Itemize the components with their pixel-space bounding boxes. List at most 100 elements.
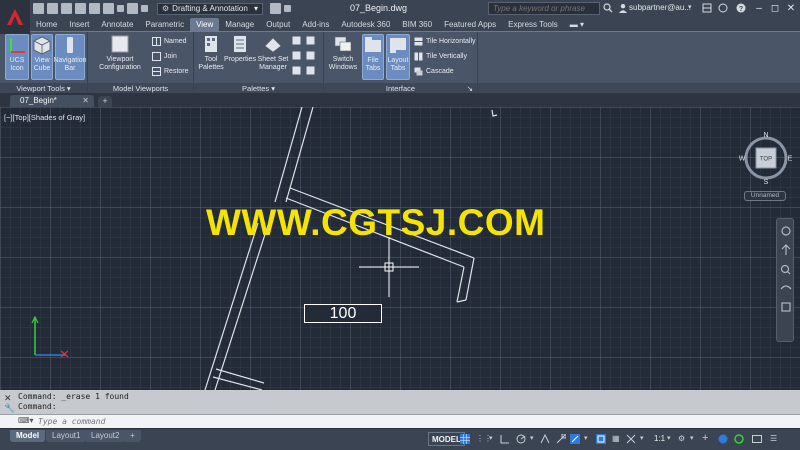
redo-icon[interactable]: [127, 3, 138, 14]
tab-output[interactable]: Output: [260, 18, 296, 31]
chevron-down-icon[interactable]: ▾: [489, 434, 499, 444]
drawing-canvas[interactable]: [−][Top][Shades of Gray] WWW.CGTSJ.COM 1…: [0, 107, 800, 390]
customize-dropdown-icon[interactable]: [284, 5, 291, 12]
new-icon[interactable]: [33, 3, 44, 14]
file-tab[interactable]: 07_Begin* ✕: [10, 95, 94, 107]
tab-featured-apps[interactable]: Featured Apps: [438, 18, 502, 31]
clean-screen-icon[interactable]: [752, 434, 762, 444]
object-snap-icon[interactable]: [570, 434, 580, 444]
transparency-icon[interactable]: ▦: [612, 434, 622, 444]
plus-icon[interactable]: +: [702, 432, 712, 444]
properties-button[interactable]: Properties: [224, 34, 256, 64]
redo-dropdown-icon[interactable]: [141, 5, 148, 12]
compass-south[interactable]: S: [764, 179, 769, 186]
share-icon[interactable]: [270, 3, 281, 14]
navigation-bar-button[interactable]: Navigation Bar: [53, 34, 87, 80]
workspace-selector[interactable]: ⚙ Drafting & Annotation ▾: [157, 2, 263, 15]
chevron-down-icon[interactable]: ▾: [640, 434, 650, 444]
annotation-visibility-icon[interactable]: [626, 434, 636, 444]
viewport-configuration-button[interactable]: Viewport Configuration: [94, 34, 146, 72]
tab-annotate[interactable]: Annotate: [95, 18, 139, 31]
layout1-tab[interactable]: Layout1: [46, 430, 87, 442]
chevron-down-icon[interactable]: ▾: [584, 434, 594, 444]
restore-viewports-button[interactable]: Restore: [152, 67, 189, 76]
ribbon-options-button[interactable]: ▬ ▾: [564, 18, 590, 31]
join-viewports-button[interactable]: Join: [152, 52, 177, 61]
chevron-down-icon[interactable]: ▾: [688, 3, 698, 13]
named-view-menu[interactable]: Unnamed: [744, 191, 786, 201]
palette-small-3-icon[interactable]: [292, 51, 301, 60]
tab-add-ins[interactable]: Add-ins: [296, 18, 335, 31]
model-layout-tab[interactable]: Model: [10, 430, 46, 442]
workspace-gear-icon[interactable]: ⚙: [678, 434, 688, 444]
tab-insert[interactable]: Insert: [63, 18, 95, 31]
close-button[interactable]: ✕: [782, 0, 800, 17]
palette-small-4-icon[interactable]: [306, 51, 315, 60]
a360-icon[interactable]: [718, 3, 728, 13]
annotation-scale[interactable]: 1:1: [654, 434, 665, 443]
sheet-set-manager-button[interactable]: Sheet Set Manager: [256, 34, 290, 72]
tab-autodesk-360[interactable]: Autodesk 360: [335, 18, 396, 31]
polar-tracking-icon[interactable]: [516, 434, 526, 444]
customization-icon[interactable]: ☰: [770, 434, 780, 444]
tile-vertically-button[interactable]: Tile Vertically: [414, 52, 467, 61]
undo-dropdown-icon[interactable]: [117, 5, 124, 12]
new-tab-button[interactable]: +: [98, 96, 112, 107]
tile-horizontally-button[interactable]: Tile Horizontally: [414, 37, 476, 46]
compass-east[interactable]: E: [788, 156, 793, 163]
search-input[interactable]: [488, 2, 600, 15]
save-as-icon[interactable]: [75, 3, 86, 14]
chevron-down-icon[interactable]: ▾: [667, 434, 677, 444]
palette-small-6-icon[interactable]: [306, 66, 315, 75]
search-icon[interactable]: [603, 3, 613, 13]
save-icon[interactable]: [61, 3, 72, 14]
lineweight-icon[interactable]: [596, 434, 606, 444]
autocad-logo-icon[interactable]: [0, 0, 30, 34]
user-name[interactable]: subpartner@au...: [629, 3, 691, 12]
close-icon[interactable]: ✕: [82, 95, 89, 107]
tool-palettes-button[interactable]: Tool Palettes: [196, 34, 226, 72]
viewcube[interactable]: TOP N S E W: [739, 131, 793, 186]
compass-west[interactable]: W: [739, 156, 746, 163]
file-tabs-button[interactable]: File Tabs: [362, 34, 384, 80]
print-icon[interactable]: [89, 3, 100, 14]
isolate-objects-icon[interactable]: [718, 434, 728, 444]
user-icon[interactable]: [618, 3, 628, 13]
layout2-tab[interactable]: Layout2: [85, 430, 126, 442]
help-icon[interactable]: ?: [736, 3, 746, 13]
view-cube-button[interactable]: View Cube: [31, 34, 53, 80]
ucs-icon-button[interactable]: UCS Icon: [5, 34, 29, 80]
cascade-button[interactable]: Cascade: [414, 67, 454, 76]
wrench-icon[interactable]: 🔧: [4, 403, 15, 414]
grid-icon[interactable]: [460, 434, 470, 444]
tab-view[interactable]: View: [190, 18, 220, 31]
palette-small-1-icon[interactable]: [292, 36, 301, 45]
exchange-apps-icon[interactable]: [702, 3, 712, 13]
dimension-input-box[interactable]: 100: [304, 304, 382, 323]
undo-icon[interactable]: [103, 3, 114, 14]
tab-bim-360[interactable]: BIM 360: [396, 18, 438, 31]
chevron-down-icon[interactable]: ▾: [530, 434, 540, 444]
hardware-acceleration-icon[interactable]: [734, 434, 744, 444]
switch-windows-button[interactable]: Switch Windows: [328, 34, 358, 72]
compass-north[interactable]: N: [763, 132, 768, 139]
layout-tabs-button[interactable]: Layout Tabs: [386, 34, 410, 80]
snap-icon[interactable]: ⋮⋮: [476, 434, 492, 444]
tab-parametric[interactable]: Parametric: [139, 18, 190, 31]
viewcube-face[interactable]: TOP: [760, 157, 772, 163]
tab-express-tools[interactable]: Express Tools: [502, 18, 564, 31]
command-prompt-icon[interactable]: ⌨▾: [18, 416, 34, 425]
named-viewports-button[interactable]: Named: [152, 37, 187, 46]
isodraft-icon[interactable]: [540, 433, 550, 444]
add-layout-button[interactable]: +: [124, 430, 141, 442]
object-snap-tracking-icon[interactable]: [556, 433, 567, 444]
viewport-controls-label[interactable]: [−][Top][Shades of Gray]: [4, 113, 85, 122]
tab-manage[interactable]: Manage: [219, 18, 260, 31]
open-icon[interactable]: [47, 3, 58, 14]
ortho-icon[interactable]: [500, 434, 510, 444]
tab-home[interactable]: Home: [30, 18, 63, 31]
chevron-down-icon[interactable]: ▾: [690, 434, 700, 444]
palette-small-5-icon[interactable]: [292, 66, 301, 75]
palette-small-2-icon[interactable]: [306, 36, 315, 45]
command-input[interactable]: [38, 416, 798, 427]
